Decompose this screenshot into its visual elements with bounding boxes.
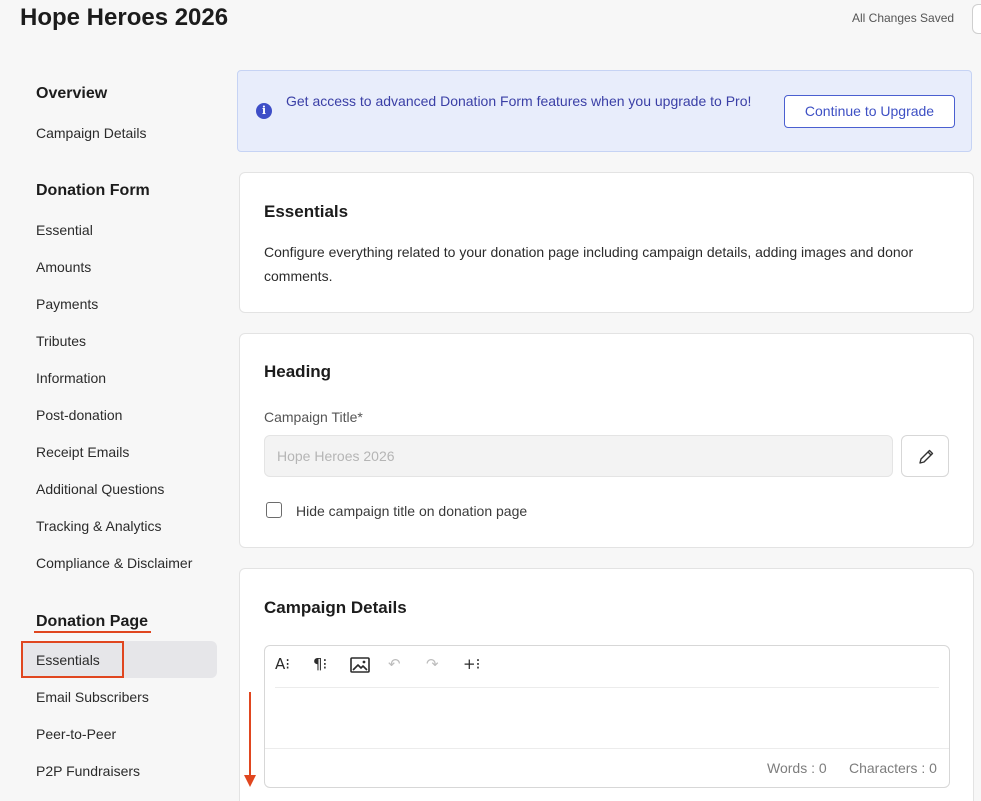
editor-content-area[interactable] — [265, 688, 949, 748]
sidebar-section-donation-form: Donation Form — [36, 182, 150, 199]
sidebar-item-amounts[interactable]: Amounts — [36, 259, 91, 275]
paragraph-icon[interactable]: ¶⁝ — [313, 655, 327, 677]
hide-title-checkbox[interactable] — [266, 502, 282, 518]
essentials-card: Essentials Configure everything related … — [239, 172, 974, 313]
card-title: Heading — [264, 362, 332, 381]
campaign-title-label: Campaign Title* — [264, 409, 363, 425]
word-count: Words : 0 — [767, 760, 827, 776]
sidebar-item-payments[interactable]: Payments — [36, 296, 98, 312]
sidebar-item-receipt-emails[interactable]: Receipt Emails — [36, 444, 129, 460]
annotation-arrow-line — [249, 692, 251, 776]
sidebar-item-post-donation[interactable]: Post-donation — [36, 407, 122, 423]
continue-to-upgrade-button[interactable]: Continue to Upgrade — [784, 95, 955, 128]
sidebar-item-email-subscribers[interactable]: Email Subscribers — [36, 689, 149, 705]
editor-footer-divider — [265, 748, 949, 749]
sidebar: Overview Campaign Details Donation Form … — [0, 0, 230, 801]
insert-icon[interactable]: +⁝ — [463, 655, 480, 677]
sidebar-item-essentials[interactable]: Essentials — [36, 652, 100, 668]
edit-title-button[interactable] — [901, 435, 949, 477]
card-title: Essentials — [264, 202, 349, 221]
annotation-arrow-head — [244, 775, 256, 787]
editor-toolbar: A⁝ ¶⁝ ↶ ↷ +⁝ — [265, 646, 949, 687]
redo-icon[interactable]: ↷ — [426, 655, 439, 677]
sidebar-item-tracking-analytics[interactable]: Tracking & Analytics — [36, 518, 162, 534]
heading-card: Heading Campaign Title* Hope Heroes 2026… — [239, 333, 974, 548]
image-icon[interactable] — [350, 657, 370, 679]
campaign-title-input[interactable]: Hope Heroes 2026 — [264, 435, 893, 477]
sidebar-item-compliance-disclaimer[interactable]: Compliance & Disclaimer — [36, 555, 192, 571]
sidebar-item-information[interactable]: Information — [36, 370, 106, 386]
save-status: All Changes Saved — [852, 11, 955, 25]
header-action-button[interactable] — [972, 4, 981, 34]
text-style-icon[interactable]: A⁝ — [275, 655, 290, 677]
banner-text: Get access to advanced Donation Form fea… — [286, 93, 752, 109]
undo-icon[interactable]: ↶ — [388, 655, 401, 677]
hide-title-label: Hide campaign title on donation page — [296, 503, 528, 519]
sidebar-item-additional-questions[interactable]: Additional Questions — [36, 481, 164, 497]
annotation-underline — [34, 631, 151, 633]
card-title: Campaign Details — [264, 598, 407, 617]
sidebar-item-tributes[interactable]: Tributes — [36, 333, 86, 349]
sidebar-item-essential[interactable]: Essential — [36, 222, 93, 238]
pencil-icon — [919, 449, 934, 464]
sidebar-section-donation-page: Donation Page — [36, 613, 149, 630]
rich-text-editor: A⁝ ¶⁝ ↶ ↷ +⁝ Words : 0 Characters : 0 — [264, 645, 950, 788]
info-icon: i — [256, 103, 272, 119]
sidebar-item-p2p-fundraisers[interactable]: P2P Fundraisers — [36, 763, 140, 779]
card-description: Configure everything related to your don… — [264, 244, 914, 284]
campaign-details-card: Campaign Details A⁝ ¶⁝ ↶ ↷ +⁝ Words : 0 … — [239, 568, 974, 801]
sidebar-item-campaign-details[interactable]: Campaign Details — [36, 125, 147, 141]
character-count: Characters : 0 — [849, 760, 937, 776]
sidebar-item-peer-to-peer[interactable]: Peer-to-Peer — [36, 726, 116, 742]
sidebar-section-overview: Overview — [36, 85, 108, 102]
upgrade-banner: i Get access to advanced Donation Form f… — [237, 70, 972, 152]
